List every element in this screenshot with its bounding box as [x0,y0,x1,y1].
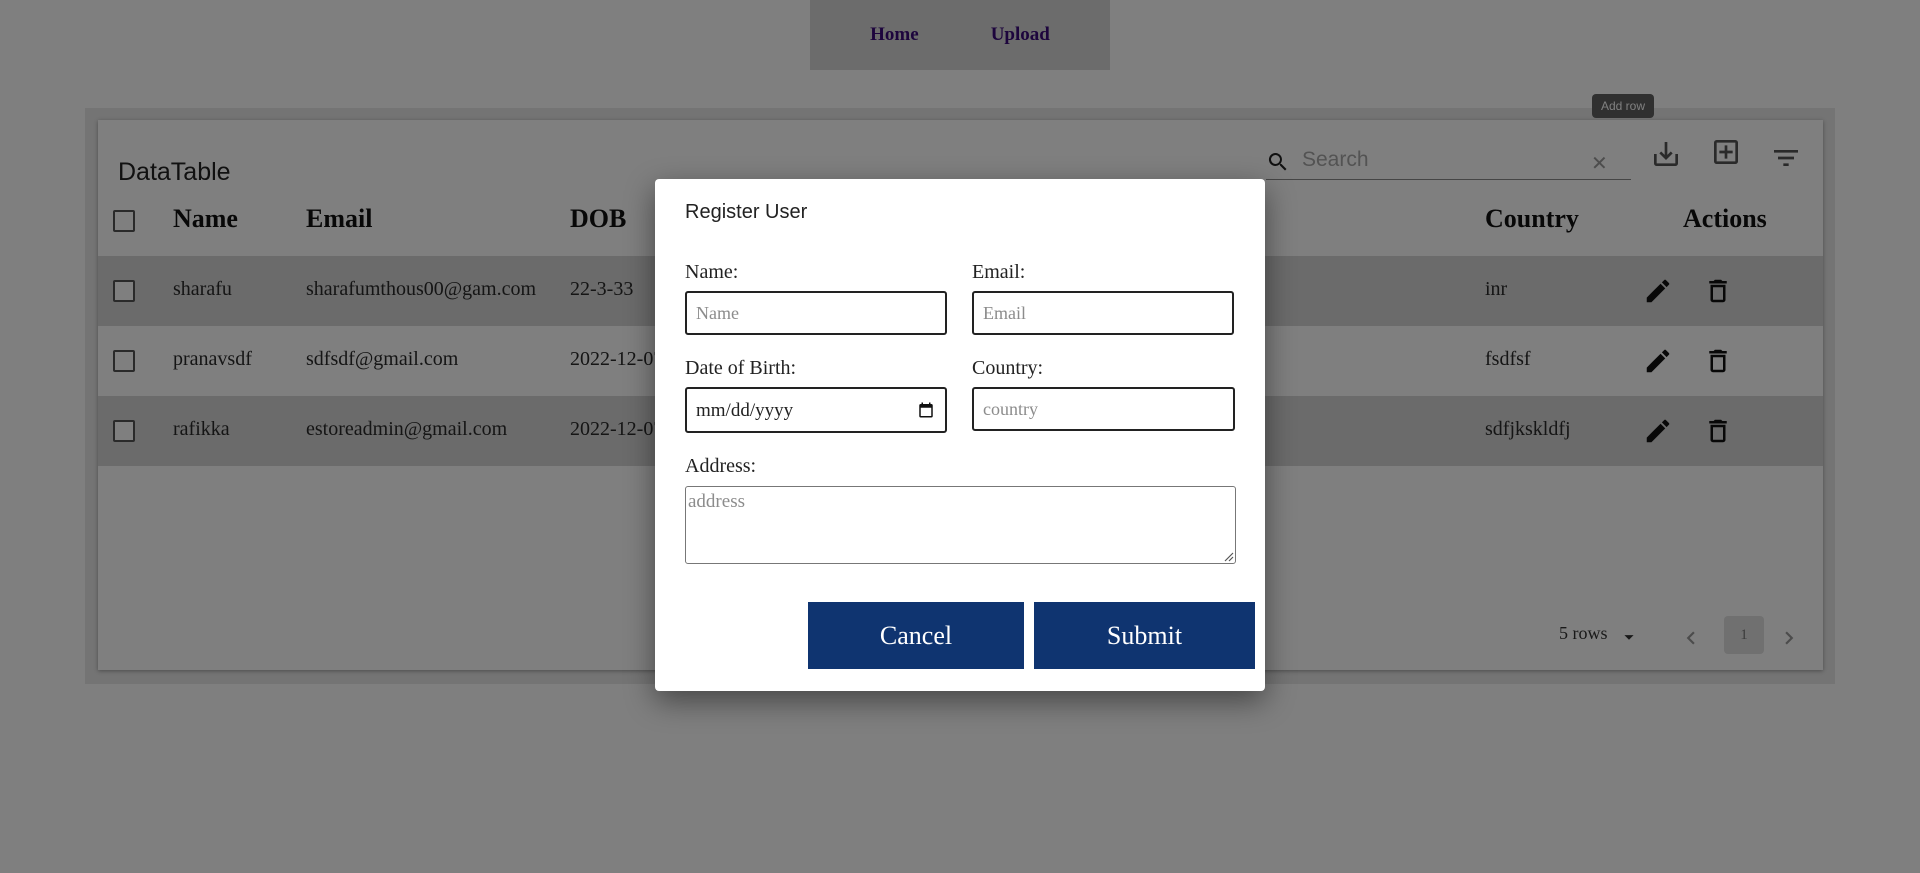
dob-label: Date of Birth: [685,357,797,379]
email-input[interactable] [972,291,1234,335]
name-label: Name: [685,261,739,283]
dob-value: mm/dd/yyyy [696,400,794,421]
address-label: Address: [685,455,757,477]
name-input[interactable] [685,291,947,335]
email-label: Email: [972,261,1026,283]
register-user-dialog: Register User Name: Email: Date of Birth… [655,179,1265,691]
resize-handle-icon[interactable] [1222,550,1234,562]
country-label: Country: [972,357,1044,379]
submit-button[interactable]: Submit [1034,602,1255,669]
cancel-button[interactable]: Cancel [808,602,1024,669]
country-input[interactable] [972,387,1235,431]
calendar-icon[interactable] [917,401,935,419]
address-textarea[interactable] [685,486,1236,564]
dialog-title: Register User [685,201,808,223]
dob-date-input[interactable]: mm/dd/yyyy [685,387,947,433]
